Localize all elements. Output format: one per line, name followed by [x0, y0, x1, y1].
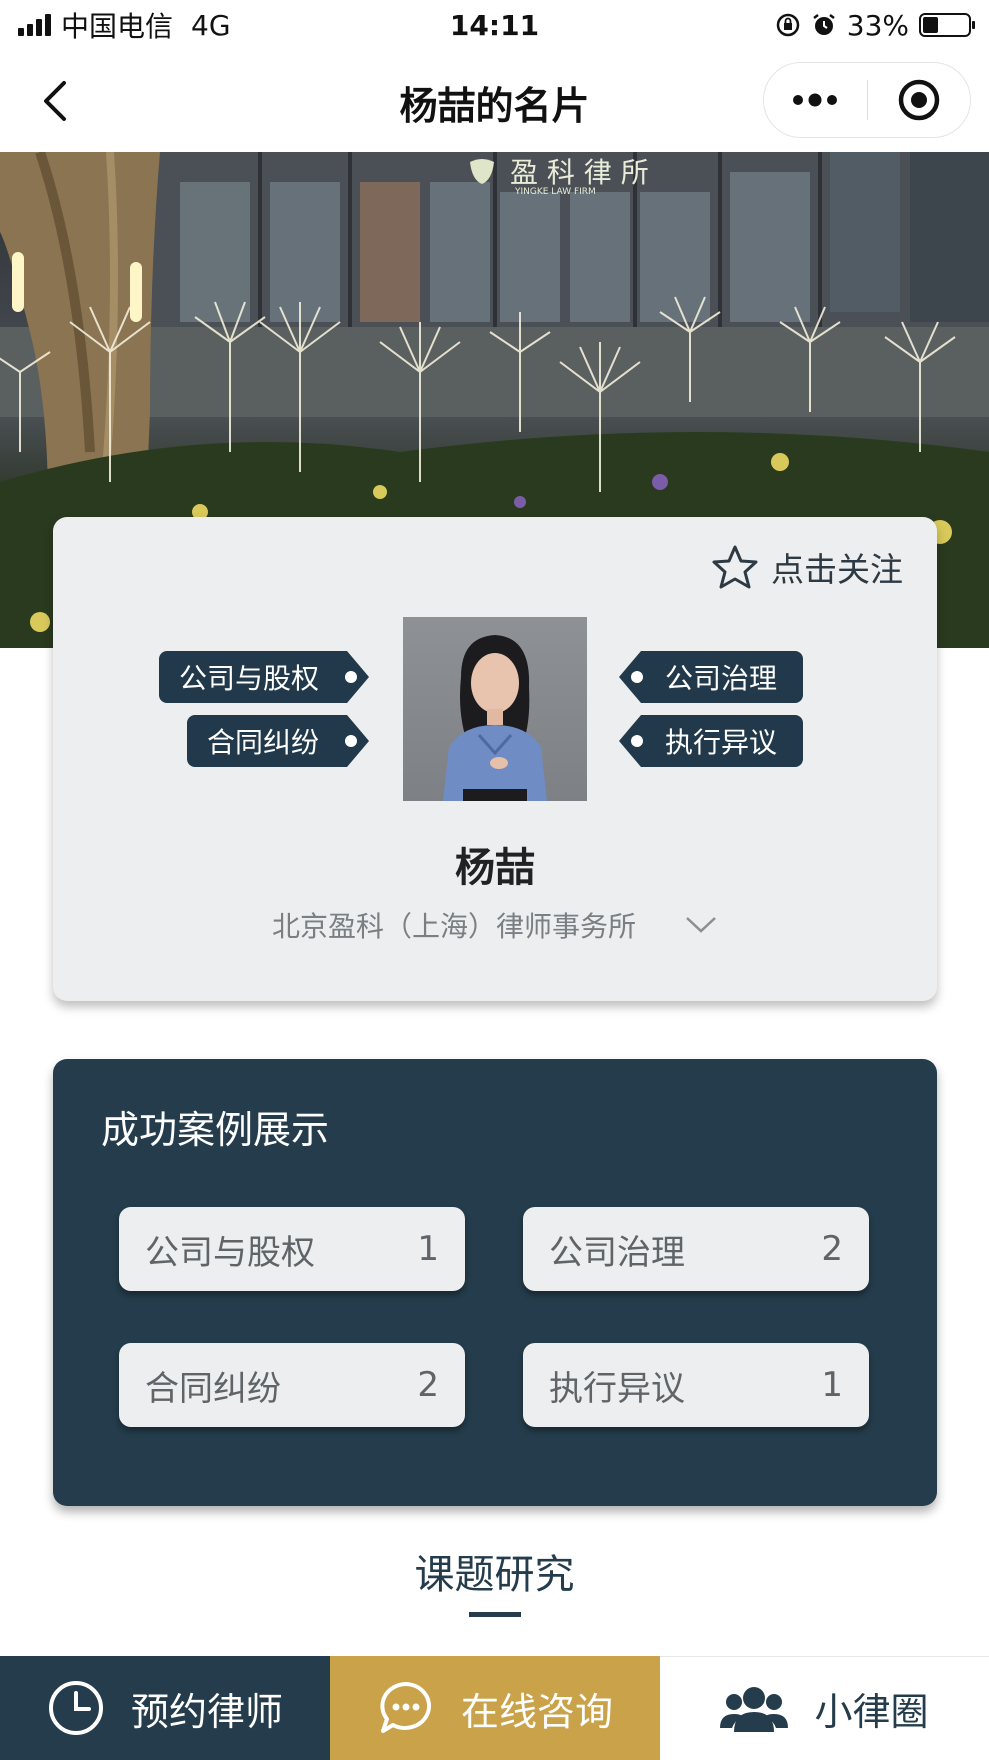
target-circle-icon — [898, 79, 939, 121]
case-count: 2 — [821, 1229, 843, 1269]
person-name: 杨喆 — [455, 845, 535, 891]
nav-bar: 杨喆的名片 — [0, 54, 989, 150]
circle-label: 小律圈 — [814, 1690, 929, 1734]
tab-active-indicator — [469, 1612, 521, 1617]
group-users-icon — [720, 1686, 789, 1732]
firm-name: 北京盈科（上海）律师事务所 — [271, 910, 636, 943]
tag-label: 执行异议 — [665, 726, 778, 759]
case-item-corporate-governance[interactable]: 公司治理 2 — [523, 1207, 869, 1291]
clock-icon — [48, 1681, 103, 1735]
tab-research-topics[interactable]: 课题研究 — [0, 1542, 989, 1600]
case-item-company-equity[interactable]: 公司与股权 1 — [119, 1207, 465, 1291]
firm-row[interactable]: 北京盈科（上海）律师事务所 — [53, 905, 937, 945]
case-count: 1 — [417, 1229, 439, 1269]
chevron-left-icon — [44, 81, 66, 121]
bottom-action-bar: 预约律师 在线咨询 小律圈 — [0, 1656, 989, 1760]
avatar[interactable] — [403, 617, 587, 801]
hero-sign-text: 盈 科 律 所 — [510, 156, 649, 189]
case-count: 2 — [417, 1365, 439, 1405]
tag-execution-objection[interactable]: 执行异议 — [619, 715, 803, 767]
tag-label: 合同纠纷 — [207, 726, 320, 759]
chat-bubble-icon — [380, 1682, 432, 1733]
status-right: 33% — [775, 8, 975, 42]
tag-corporate-governance[interactable]: 公司治理 — [619, 651, 803, 703]
consult-label: 在线咨询 — [460, 1689, 613, 1734]
tag-label: 公司与股权 — [179, 662, 320, 695]
more-dots-icon — [793, 93, 838, 107]
case-label: 公司与股权 — [145, 1232, 315, 1273]
close-mini-program-button[interactable] — [868, 63, 971, 137]
case-label: 公司治理 — [549, 1232, 685, 1273]
star-icon — [712, 545, 758, 589]
page-title: 杨喆的名片 — [399, 83, 590, 128]
case-label: 合同纠纷 — [145, 1368, 281, 1409]
case-count: 1 — [821, 1365, 843, 1405]
battery-icon — [919, 13, 975, 37]
network-label: 4G — [191, 8, 231, 42]
follow-label: 点击关注 — [771, 550, 903, 589]
tag-hole — [631, 671, 643, 683]
tag-hole — [631, 735, 643, 747]
avatar-portrait — [443, 635, 547, 801]
online-consult-button[interactable]: 在线咨询 — [330, 1656, 660, 1760]
cases-title: 成功案例展示 — [101, 1108, 330, 1152]
battery-level — [923, 17, 938, 33]
alarm-icon — [813, 14, 835, 35]
status-bar: 中国电信 4G 14:11 33% — [0, 0, 989, 50]
tag-label: 公司治理 — [665, 662, 778, 695]
more-button[interactable] — [764, 63, 867, 137]
follow-button[interactable]: 点击关注 — [711, 543, 903, 591]
hero-sign-subtext: YINGKE LAW FIRM — [514, 187, 596, 197]
carrier-label: 中国电信 — [61, 10, 174, 43]
lawyer-circle-button[interactable]: 小律圈 — [660, 1656, 989, 1760]
tag-hole — [345, 671, 357, 683]
battery-percent: 33% — [846, 8, 909, 42]
mini-program-capsule — [763, 62, 971, 138]
appoint-label: 预约律师 — [130, 1689, 283, 1734]
status-left: 中国电信 4G — [18, 5, 231, 45]
rotation-lock-icon — [776, 13, 800, 37]
case-item-contract-dispute[interactable]: 合同纠纷 2 — [119, 1343, 465, 1427]
tag-company-equity[interactable]: 公司与股权 — [159, 651, 369, 703]
case-label: 执行异议 — [549, 1368, 685, 1409]
chevron-down-icon — [686, 917, 716, 933]
profile-card: 点击关注 公司与股权 合同纠纷 公司治理 执行异议 杨喆 北京盈科（上海）律师事… — [53, 517, 937, 1001]
success-cases-card: 成功案例展示 公司与股权 1 公司治理 2 合同纠纷 2 执行异议 1 — [53, 1059, 937, 1506]
signal-icon — [18, 14, 51, 36]
tag-hole — [345, 735, 357, 747]
case-item-execution-objection[interactable]: 执行异议 1 — [523, 1343, 869, 1427]
appoint-lawyer-button[interactable]: 预约律师 — [0, 1656, 330, 1760]
back-button[interactable] — [30, 76, 80, 126]
tag-contract-dispute[interactable]: 合同纠纷 — [187, 715, 369, 767]
